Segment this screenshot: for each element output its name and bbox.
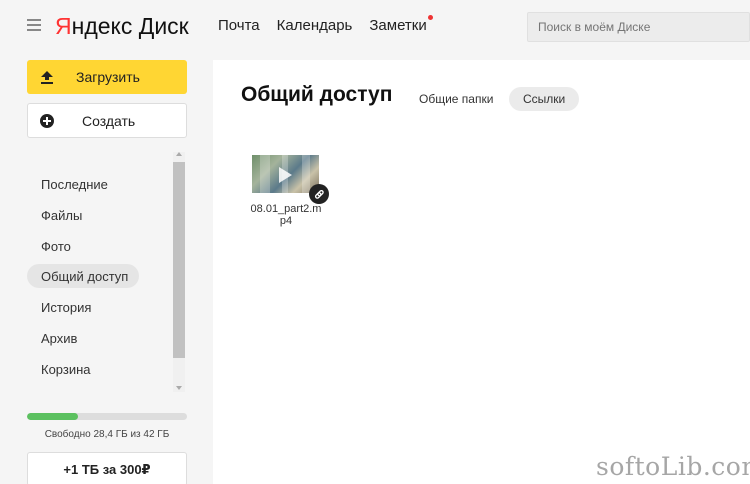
sidebar-item-recent[interactable]: Последние [27,172,172,196]
sidebar-item-photo[interactable]: Фото [27,234,172,258]
tab-shared-folders[interactable]: Общие папки [405,87,507,111]
scroll-up-icon[interactable] [176,152,182,156]
upload-icon [41,71,53,84]
nav-calendar[interactable]: Календарь [277,17,353,34]
scrollbar-thumb[interactable] [173,162,185,358]
sidebar-item-history[interactable]: История [27,295,172,319]
nav-notes-label: Заметки [369,17,427,34]
file-name: 08.01_part2.mp4 [250,203,322,227]
scroll-down-icon[interactable] [176,386,182,390]
sidebar-item-files[interactable]: Файлы [27,203,172,227]
storage-text: Свободно 28,4 ГБ из 42 ГБ [44,429,170,440]
logo-brand-initial: Я [55,13,72,39]
nav-mail[interactable]: Почта [218,17,260,34]
video-thumbnail [252,155,319,193]
logo-product: Диск [138,13,189,39]
sidebar-item-shared[interactable]: Общий доступ [27,264,139,289]
watermark: softoLib.com [596,452,750,481]
search-input[interactable] [527,12,750,42]
top-nav: Почта Календарь Заметки [218,15,433,34]
sidebar: Загрузить Создать Последние Файлы Фото О… [0,52,200,484]
page-title: Общий доступ [241,83,393,106]
logo-brand: ндекс [71,13,133,39]
tab-links[interactable]: Ссылки [509,87,580,111]
create-button[interactable]: Создать [27,103,187,138]
play-icon [279,167,292,183]
sidebar-item-archive[interactable]: Архив [27,326,172,350]
sidebar-menu: Последние Файлы Фото Общий доступ Истори… [27,172,172,388]
sidebar-scrollbar[interactable] [173,152,185,392]
sidebar-item-trash[interactable]: Корзина [27,357,172,381]
main-content: Общий доступ Общие папки Ссылки 08.01_pa… [213,60,750,484]
nav-notes[interactable]: Заметки [369,15,433,34]
menu-icon[interactable] [27,19,41,31]
notification-dot [427,15,433,20]
header: Яндекс Диск Почта Календарь Заметки [0,0,750,52]
logo[interactable]: Яндекс Диск [55,12,189,40]
plus-circle-icon [40,113,54,128]
storage-bar [27,413,187,420]
buy-space-button[interactable]: +1 ТБ за 300₽ [27,452,187,484]
storage-bar-fill [27,413,79,420]
upload-button[interactable]: Загрузить [27,60,187,94]
create-label: Создать [82,112,136,129]
upload-label: Загрузить [76,69,140,85]
link-icon [309,184,329,204]
